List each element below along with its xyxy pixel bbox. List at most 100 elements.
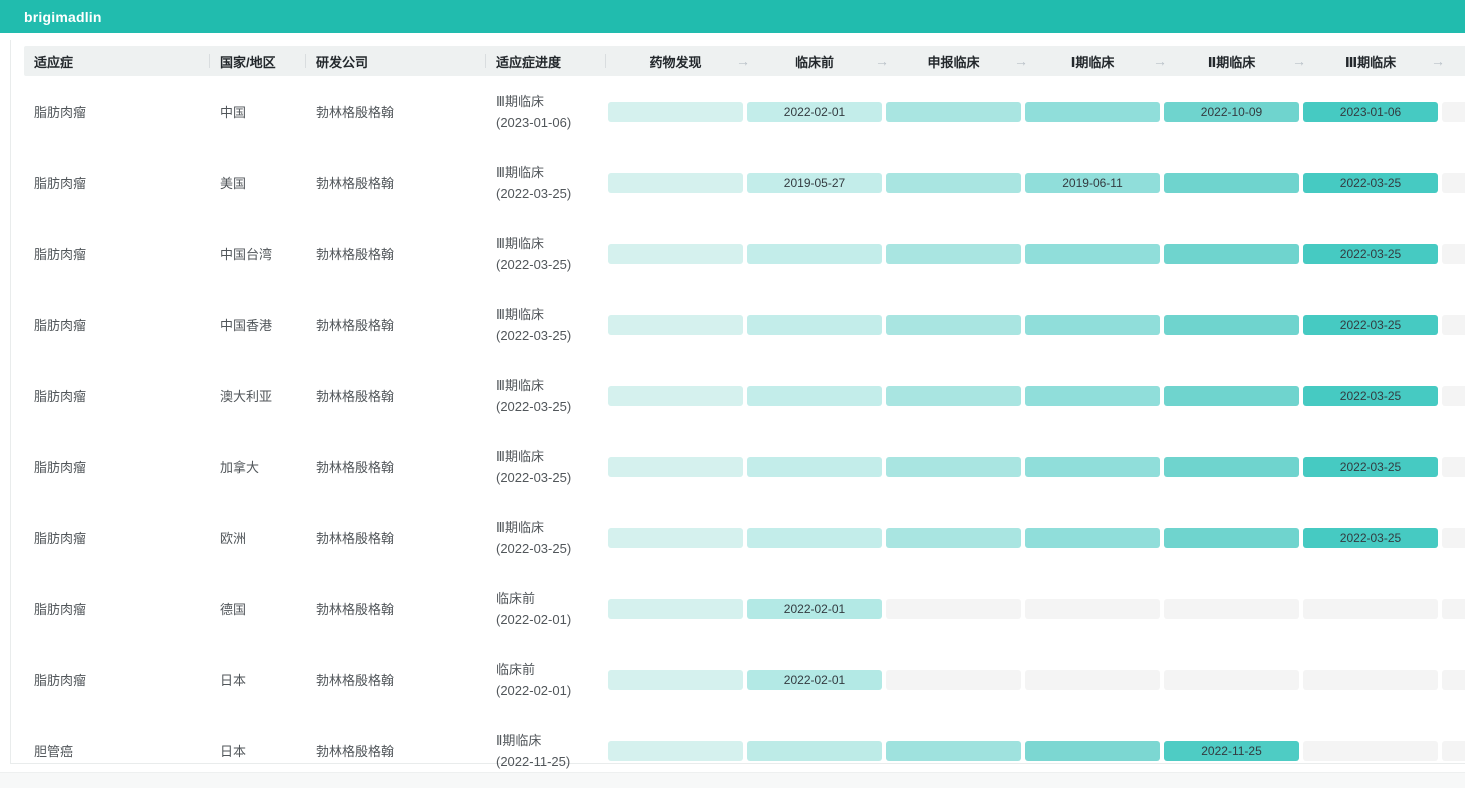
table-row[interactable]: 脂肪肉瘤 德国 勃林格殷格翰 临床前 (2022-02-01) 2022-02-… bbox=[24, 573, 1465, 644]
stage-bar: 2022-03-25 bbox=[1303, 173, 1438, 193]
stage-cell bbox=[884, 741, 1023, 761]
stage-cell bbox=[884, 457, 1023, 477]
table-row[interactable]: 脂肪肉瘤 澳大利亚 勃林格殷格翰 Ⅲ期临床 (2022-03-25) 2022-… bbox=[24, 360, 1465, 431]
stage-column-label: 药物发现 bbox=[649, 52, 701, 71]
stage-bar: 2022-11-25 bbox=[1164, 741, 1299, 761]
stage-cell: 2022-03-25 bbox=[1301, 315, 1440, 335]
stage-bar: 2022-03-25 bbox=[1303, 528, 1438, 548]
stage-bar bbox=[608, 528, 743, 548]
stage-cell bbox=[1023, 386, 1162, 406]
progress-cell: Ⅲ期临床 (2023-01-06) bbox=[486, 91, 606, 133]
stage-bar bbox=[886, 741, 1021, 761]
stage-bar bbox=[608, 741, 743, 761]
stage-bar: 2022-03-25 bbox=[1303, 315, 1438, 335]
stage-cell bbox=[1440, 173, 1465, 193]
indication-cell: 脂肪肉瘤 bbox=[24, 315, 210, 334]
stage-cell bbox=[606, 102, 745, 122]
stage-cell: 2019-05-27 bbox=[745, 173, 884, 193]
stage-cell bbox=[1162, 670, 1301, 690]
stage-cell: 2022-02-01 bbox=[745, 599, 884, 619]
progress-cell: Ⅲ期临床 (2022-03-25) bbox=[486, 517, 606, 559]
stage-bar bbox=[1442, 244, 1465, 264]
indication-cell: 脂肪肉瘤 bbox=[24, 386, 210, 405]
progress-cell: Ⅲ期临床 (2022-03-25) bbox=[486, 233, 606, 275]
stage-bar bbox=[1164, 244, 1299, 264]
stage-cell bbox=[1162, 173, 1301, 193]
stage-bar bbox=[1164, 173, 1299, 193]
table-header: 适应症 国家/地区 研发公司 适应症进度 药物发现 → 临床前 → 申报临床 →… bbox=[24, 46, 1465, 76]
stage-bar bbox=[1164, 528, 1299, 548]
stage-bar bbox=[1442, 173, 1465, 193]
stage-column-label: Ⅲ期临床 bbox=[1345, 52, 1396, 71]
region-cell: 美国 bbox=[210, 173, 306, 192]
stage-bar bbox=[608, 102, 743, 122]
region-cell: 欧洲 bbox=[210, 528, 306, 547]
progress-date: (2022-03-25) bbox=[496, 254, 606, 275]
topbar: brigimadlin bbox=[0, 0, 1465, 33]
stage-bar bbox=[608, 457, 743, 477]
stage-bar bbox=[1025, 386, 1160, 406]
progress-stage: 临床前 bbox=[496, 659, 606, 680]
stage-bar bbox=[1025, 457, 1160, 477]
progress-date: (2022-03-25) bbox=[496, 538, 606, 559]
progress-date: (2022-03-25) bbox=[496, 396, 606, 417]
company-cell: 勃林格殷格翰 bbox=[306, 599, 486, 618]
stage-column-header: 临床前 → bbox=[745, 46, 884, 76]
stage-column-label: Ⅱ期临床 bbox=[1208, 52, 1256, 71]
stage-bar bbox=[886, 528, 1021, 548]
stage-cell bbox=[884, 244, 1023, 264]
table-row[interactable]: 脂肪肉瘤 日本 勃林格殷格翰 临床前 (2022-02-01) 2022-02-… bbox=[24, 644, 1465, 715]
stage-bar: 2022-02-01 bbox=[747, 670, 882, 690]
stage-cell: 2022-02-01 bbox=[745, 670, 884, 690]
progress-stage: Ⅲ期临床 bbox=[496, 375, 606, 396]
stage-cell bbox=[745, 315, 884, 335]
bottom-strip bbox=[0, 772, 1465, 788]
table-row[interactable]: 脂肪肉瘤 中国香港 勃林格殷格翰 Ⅲ期临床 (2022-03-25) 2022-… bbox=[24, 289, 1465, 360]
stage-cell bbox=[745, 741, 884, 761]
table-row[interactable]: 脂肪肉瘤 中国 勃林格殷格翰 Ⅲ期临床 (2023-01-06) 2022-02… bbox=[24, 76, 1465, 147]
stage-bar bbox=[886, 386, 1021, 406]
progress-stage: Ⅲ期临床 bbox=[496, 446, 606, 467]
stage-cell bbox=[1162, 386, 1301, 406]
stage-cell bbox=[745, 386, 884, 406]
stage-bar bbox=[1164, 599, 1299, 619]
stage-cell: 2022-11-25 bbox=[1162, 741, 1301, 761]
stage-bar: 2023-01-06 bbox=[1303, 102, 1438, 122]
progress-cell: Ⅲ期临床 (2022-03-25) bbox=[486, 375, 606, 417]
region-cell: 日本 bbox=[210, 670, 306, 689]
column-header-region: 国家/地区 bbox=[210, 46, 306, 76]
table-row[interactable]: 脂肪肉瘤 欧洲 勃林格殷格翰 Ⅲ期临床 (2022-03-25) 2022-03… bbox=[24, 502, 1465, 573]
stage-cell bbox=[1162, 457, 1301, 477]
stage-cell bbox=[606, 386, 745, 406]
stage-bar: 2019-05-27 bbox=[747, 173, 882, 193]
stage-bar bbox=[1025, 244, 1160, 264]
pipeline-table: 适应症 国家/地区 研发公司 适应症进度 药物发现 → 临床前 → 申报临床 →… bbox=[24, 46, 1465, 786]
stage-bar bbox=[1164, 315, 1299, 335]
stage-cell bbox=[1023, 102, 1162, 122]
table-row[interactable]: 脂肪肉瘤 美国 勃林格殷格翰 Ⅲ期临床 (2022-03-25) 2019-05… bbox=[24, 147, 1465, 218]
region-cell: 加拿大 bbox=[210, 457, 306, 476]
progress-date: (2022-02-01) bbox=[496, 680, 606, 701]
stage-cell bbox=[1440, 386, 1465, 406]
stage-cell bbox=[1023, 599, 1162, 619]
company-cell: 勃林格殷格翰 bbox=[306, 386, 486, 405]
stage-column-header: 药物发现 → bbox=[606, 46, 745, 76]
progress-date: (2022-11-25) bbox=[496, 751, 606, 772]
table-row[interactable]: 脂肪肉瘤 中国台湾 勃林格殷格翰 Ⅲ期临床 (2022-03-25) 2022-… bbox=[24, 218, 1465, 289]
region-cell: 中国香港 bbox=[210, 315, 306, 334]
stage-bar bbox=[1025, 102, 1160, 122]
stage-cell: 2022-03-25 bbox=[1301, 244, 1440, 264]
table-body: 脂肪肉瘤 中国 勃林格殷格翰 Ⅲ期临床 (2023-01-06) 2022-02… bbox=[24, 76, 1465, 786]
stage-cell bbox=[884, 528, 1023, 548]
progress-cell: Ⅲ期临床 (2022-03-25) bbox=[486, 162, 606, 204]
stage-cell bbox=[1440, 670, 1465, 690]
stage-bar: 2022-02-01 bbox=[747, 599, 882, 619]
stage-cell bbox=[884, 173, 1023, 193]
stage-cell: 2022-02-01 bbox=[745, 102, 884, 122]
stage-bar bbox=[886, 173, 1021, 193]
stage-bar bbox=[1442, 670, 1465, 690]
stage-bar bbox=[1442, 102, 1465, 122]
stage-bar bbox=[1442, 741, 1465, 761]
progress-cell: 临床前 (2022-02-01) bbox=[486, 588, 606, 630]
table-row[interactable]: 脂肪肉瘤 加拿大 勃林格殷格翰 Ⅲ期临床 (2022-03-25) 2022-0… bbox=[24, 431, 1465, 502]
